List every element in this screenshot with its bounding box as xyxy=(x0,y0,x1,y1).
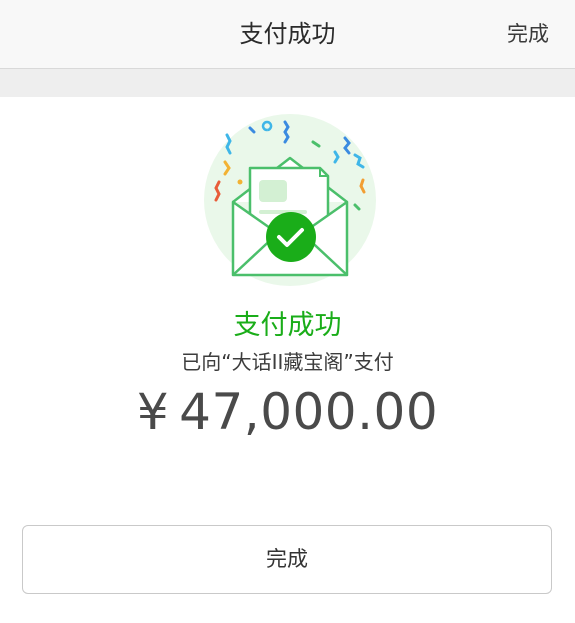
envelope-success-icon xyxy=(204,114,376,286)
check-icon xyxy=(266,212,316,262)
header-done-button[interactable]: 完成 xyxy=(507,0,549,68)
top-navigation-bar: 支付成功 完成 xyxy=(0,0,575,69)
payment-amount: ¥47,000.00 xyxy=(0,383,575,441)
page-title: 支付成功 xyxy=(239,20,336,48)
payee-description: 已向“大话II藏宝阁”支付 xyxy=(181,350,394,374)
payment-status-text: 支付成功 xyxy=(233,310,342,341)
currency-symbol: ¥ xyxy=(136,383,170,441)
amount-value: 47,000.00 xyxy=(179,383,439,441)
done-button[interactable]: 完成 xyxy=(22,525,552,594)
header-separator-band xyxy=(0,69,575,97)
